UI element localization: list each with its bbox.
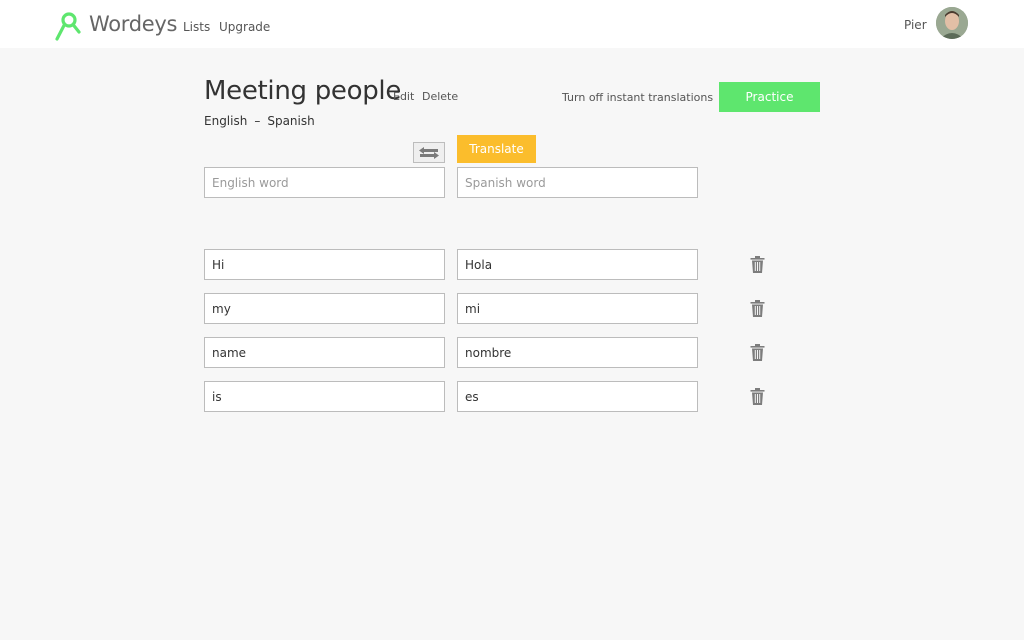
language-pair: English – Spanish: [204, 114, 315, 128]
top-bar: Wordeys Lists Upgrade Pier: [0, 0, 1024, 48]
list-title: Meeting people: [204, 76, 402, 106]
entry-source-field[interactable]: [204, 249, 445, 280]
avatar[interactable]: [936, 7, 968, 39]
source-language: English: [204, 114, 248, 128]
target-language: Spanish: [267, 114, 315, 128]
language-separator: –: [254, 114, 261, 128]
entry-source-field[interactable]: [204, 293, 445, 324]
avatar-photo-icon: [936, 7, 968, 39]
delete-entry-trash-icon[interactable]: [750, 256, 765, 273]
spanish-word-input[interactable]: [457, 167, 698, 198]
brand-name[interactable]: Wordeys: [89, 12, 177, 36]
instant-translations-toggle[interactable]: Turn off instant translations: [562, 91, 713, 104]
user-name[interactable]: Pier: [904, 18, 927, 32]
delete-entry-trash-icon[interactable]: [750, 300, 765, 317]
entry-target-field[interactable]: [457, 381, 698, 412]
delete-entry-trash-icon[interactable]: [750, 388, 765, 405]
translate-button[interactable]: Translate: [457, 135, 536, 163]
practice-button[interactable]: Practice: [719, 82, 820, 112]
swap-arrows-icon: [419, 146, 439, 159]
delete-list-link[interactable]: Delete: [422, 90, 458, 103]
swap-languages-button[interactable]: [413, 142, 445, 163]
entry-source-field[interactable]: [204, 381, 445, 412]
entry-target-field[interactable]: [457, 337, 698, 368]
nav-lists-link[interactable]: Lists: [183, 20, 210, 34]
entry-target-field[interactable]: [457, 293, 698, 324]
entry-source-field[interactable]: [204, 337, 445, 368]
english-word-input[interactable]: [204, 167, 445, 198]
delete-entry-trash-icon[interactable]: [750, 344, 765, 361]
entry-target-field[interactable]: [457, 249, 698, 280]
nav-upgrade-link[interactable]: Upgrade: [219, 20, 270, 34]
wordeys-logo-icon[interactable]: [54, 11, 82, 41]
edit-list-link[interactable]: Edit: [393, 90, 414, 103]
